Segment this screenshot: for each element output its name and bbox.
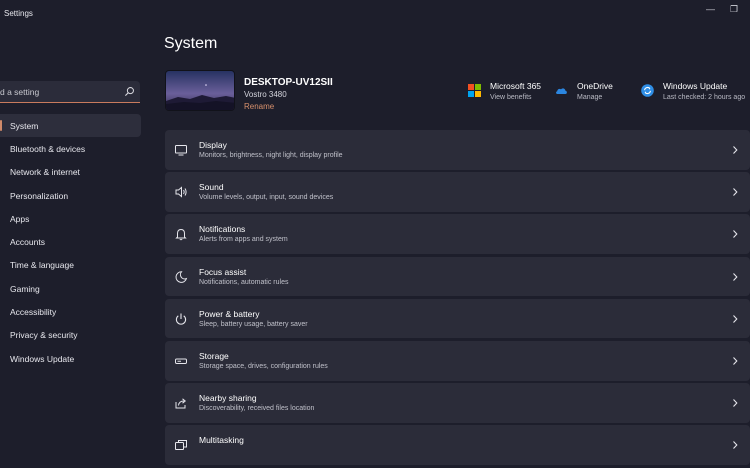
quick-link-title: Microsoft 365 bbox=[490, 81, 542, 91]
card-title: Multitasking bbox=[199, 435, 244, 446]
quick-link-subtitle: Manage bbox=[577, 94, 603, 101]
power-icon bbox=[175, 313, 187, 325]
sidebar-item-label: Privacy & security bbox=[10, 330, 78, 341]
display-icon bbox=[175, 145, 187, 156]
sidebar-item-windows-update[interactable]: Windows Update bbox=[0, 347, 141, 370]
device-model: Vostro 3480 bbox=[244, 90, 287, 99]
microsoft-logo-icon bbox=[468, 84, 481, 97]
chevron-right-icon bbox=[733, 272, 738, 281]
quick-link-subtitle: Last checked: 2 hours ago bbox=[663, 94, 746, 101]
chevron-right-icon bbox=[733, 441, 738, 450]
chevron-right-icon bbox=[733, 146, 738, 154]
sidebar-item-label: Accounts bbox=[10, 237, 45, 248]
settings-list: Display Monitors, brightness, night ligh… bbox=[165, 130, 750, 468]
card-description: Sleep, battery usage, battery saver bbox=[199, 320, 308, 328]
search-icon[interactable] bbox=[124, 86, 135, 97]
chevron-right-icon bbox=[733, 188, 738, 197]
card-title: Focus assist bbox=[199, 266, 247, 277]
moon-icon bbox=[175, 270, 188, 283]
settings-card-sound[interactable]: Sound Volume levels, output, input, soun… bbox=[165, 172, 750, 212]
sidebar-item-bluetooth-devices[interactable]: Bluetooth & devices bbox=[0, 137, 141, 160]
sidebar-item-label: Gaming bbox=[10, 283, 40, 294]
sidebar-item-label: Apps bbox=[10, 213, 30, 224]
maximize-button[interactable]: ❐ bbox=[730, 4, 738, 15]
multitasking-icon bbox=[175, 440, 187, 451]
sidebar-item-label: Bluetooth & devices bbox=[10, 143, 86, 154]
sidebar-item-label: Personalization bbox=[10, 190, 69, 201]
rename-link[interactable]: Rename bbox=[244, 102, 274, 111]
card-title: Nearby sharing bbox=[199, 393, 257, 404]
sidebar-item-accessibility[interactable]: Accessibility bbox=[0, 300, 141, 323]
sidebar-item-label: Network & internet bbox=[10, 167, 80, 178]
minimize-button[interactable]: — bbox=[706, 4, 715, 14]
sidebar-item-label: Time & language bbox=[10, 260, 74, 271]
sidebar-item-label: Accessibility bbox=[10, 307, 57, 318]
card-description: Monitors, brightness, night light, displ… bbox=[199, 152, 343, 159]
settings-card-display[interactable]: Display Monitors, brightness, night ligh… bbox=[165, 130, 750, 170]
sidebar-item-personalization[interactable]: Personalization bbox=[0, 184, 141, 207]
sidebar-item-gaming[interactable]: Gaming bbox=[0, 277, 141, 300]
settings-card-notifications[interactable]: Notifications Alerts from apps and syste… bbox=[165, 214, 750, 255]
storage-icon bbox=[175, 358, 187, 364]
card-description: Storage space, drives, configuration rul… bbox=[199, 362, 328, 370]
card-description: Alerts from apps and system bbox=[199, 236, 288, 244]
windows-update-icon bbox=[641, 84, 654, 97]
sidebar-item-accounts[interactable]: Accounts bbox=[0, 230, 141, 253]
settings-card-power-battery[interactable]: Power & battery Sleep, battery usage, ba… bbox=[165, 298, 750, 339]
quick-link-title: Windows Update bbox=[663, 81, 728, 91]
speaker-icon bbox=[175, 186, 187, 198]
card-title: Power & battery bbox=[199, 308, 260, 319]
sidebar-item-network-internet[interactable]: Network & internet bbox=[0, 161, 141, 184]
sidebar-item-privacy-security[interactable]: Privacy & security bbox=[0, 324, 141, 347]
card-title: Sound bbox=[199, 182, 224, 193]
quick-link-subtitle: View benefits bbox=[490, 94, 532, 101]
active-indicator bbox=[0, 120, 2, 131]
settings-card-nearby-sharing[interactable]: Nearby sharing Discoverability, received… bbox=[165, 383, 750, 423]
quick-link-title: OneDrive bbox=[577, 81, 613, 91]
sidebar-nav: System Bluetooth & devices Network & int… bbox=[0, 114, 141, 370]
chevron-right-icon bbox=[733, 399, 738, 408]
sidebar-item-label: Windows Update bbox=[10, 353, 75, 364]
title-bar: Settings — ❐ bbox=[0, 0, 750, 30]
share-icon bbox=[175, 398, 186, 409]
card-title: Notifications bbox=[199, 224, 246, 235]
onedrive-cloud-icon bbox=[556, 88, 567, 94]
settings-card-multitasking[interactable]: Multitasking bbox=[165, 425, 750, 465]
chevron-right-icon bbox=[733, 230, 738, 239]
device-wallpaper-thumbnail bbox=[165, 70, 235, 111]
chevron-right-icon bbox=[733, 357, 738, 365]
sidebar-item-system[interactable]: System bbox=[0, 114, 141, 138]
page-title: System bbox=[164, 35, 218, 52]
search-box[interactable] bbox=[0, 81, 140, 103]
card-title: Display bbox=[199, 140, 227, 150]
bell-icon bbox=[175, 229, 187, 241]
device-name: DESKTOP-UV12SII bbox=[244, 77, 333, 88]
settings-card-storage[interactable]: Storage Storage space, drives, configura… bbox=[165, 340, 750, 381]
chevron-right-icon bbox=[733, 314, 738, 323]
sidebar-item-time-language[interactable]: Time & language bbox=[0, 254, 141, 277]
settings-card-focus-assist[interactable]: Focus assist Notifications, automatic ru… bbox=[165, 256, 750, 297]
sidebar-item-label: System bbox=[10, 120, 39, 131]
card-description: Volume levels, output, input, sound devi… bbox=[199, 194, 334, 202]
sidebar-item-apps[interactable]: Apps bbox=[0, 207, 141, 230]
card-description: Discoverability, received files location bbox=[199, 405, 315, 413]
card-description: Notifications, automatic rules bbox=[199, 278, 289, 286]
app-title: Settings bbox=[4, 9, 33, 18]
card-title: Storage bbox=[199, 350, 229, 361]
search-input[interactable] bbox=[0, 84, 118, 99]
